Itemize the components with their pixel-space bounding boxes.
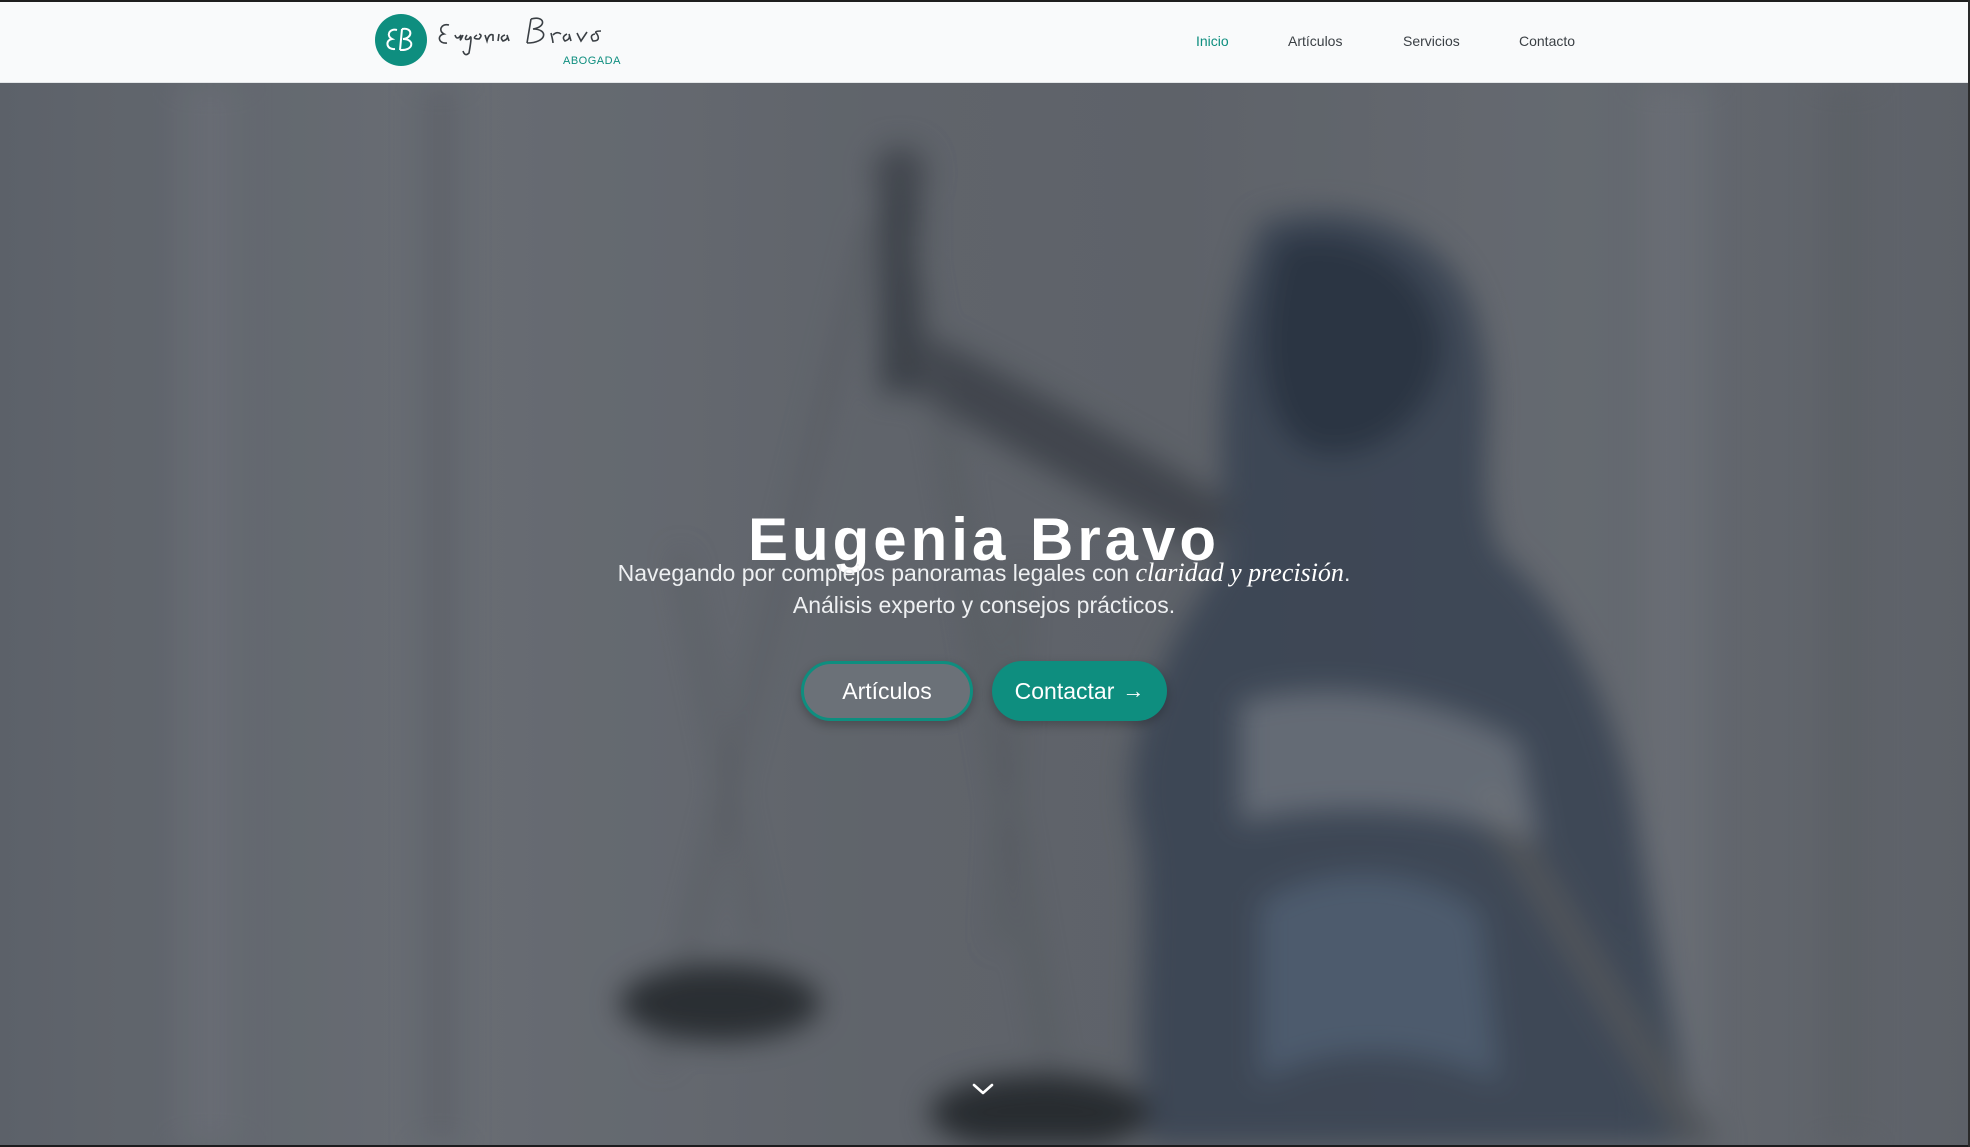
hero-subtitle-line2: Análisis experto y consejos prácticos. [792, 592, 1176, 618]
articles-button-label: Artículos [842, 677, 932, 704]
hero-subtitle-period: . [1343, 560, 1351, 586]
hero-subtitle-emphasis: claridad y precisión [1135, 558, 1344, 587]
nav-item-contacto[interactable]: Contacto [1519, 33, 1575, 49]
contact-button-label: Contactar [1014, 677, 1115, 704]
hero-subtitle: Navegando por complejos panoramas legale… [0, 557, 1968, 621]
articles-button[interactable]: Artículos [801, 661, 973, 721]
site-header: ABOGADA Inicio Artículos Servicios Conta… [0, 2, 1968, 83]
main-nav: Inicio Artículos Servicios Contacto [0, 2, 1968, 82]
nav-item-inicio[interactable]: Inicio [1196, 33, 1229, 49]
nav-item-servicios[interactable]: Servicios [1403, 33, 1460, 49]
nav-item-articulos[interactable]: Artículos [1288, 33, 1342, 49]
chevron-down-icon[interactable] [971, 1081, 995, 1097]
hero-subtitle-text: Navegando por complejos panoramas legale… [617, 560, 1136, 586]
hero-section: Eugenia Bravo Navegando por complejos pa… [0, 83, 1968, 1145]
contact-button[interactable]: Contactar → [992, 661, 1167, 721]
arrow-right-icon: → [1122, 678, 1145, 703]
